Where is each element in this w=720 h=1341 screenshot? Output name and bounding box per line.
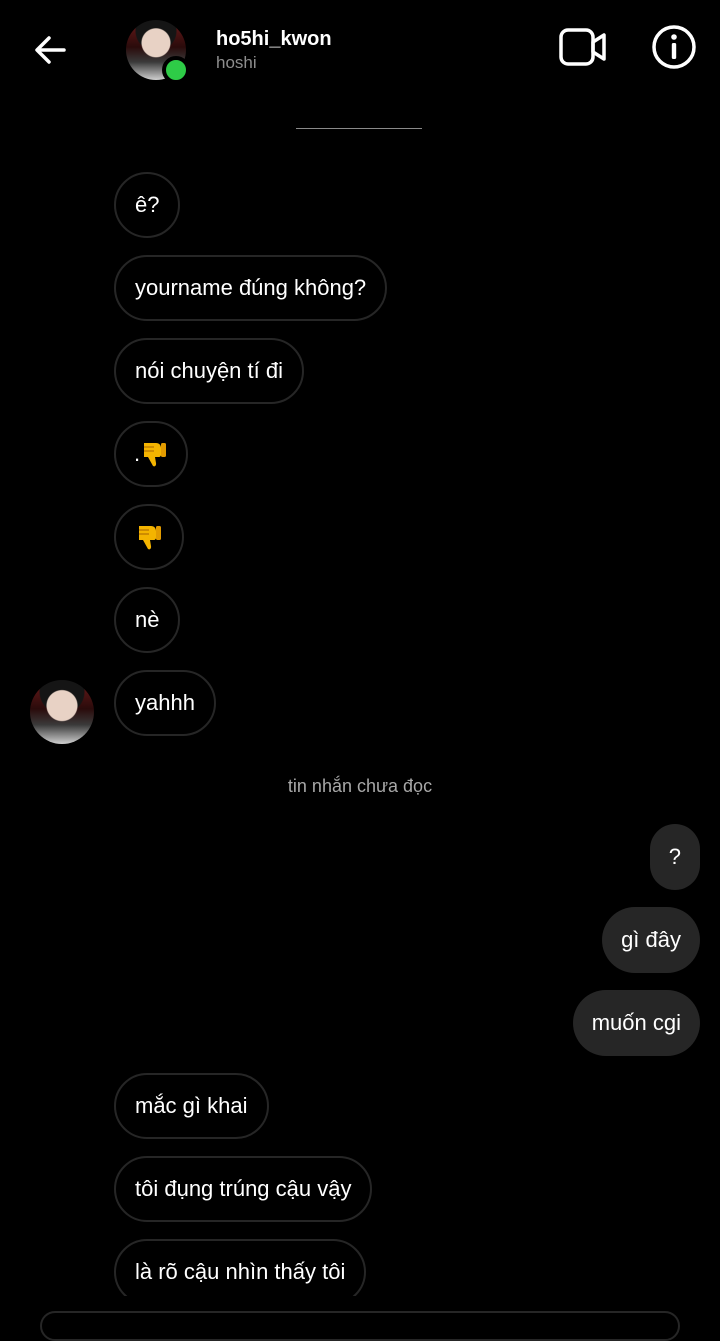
incoming-message[interactable]: yourname đúng không? [114,255,388,321]
info-button[interactable] [650,23,698,71]
message-text: yourname đúng không? [135,275,367,300]
online-status-dot [162,56,190,84]
incoming-message[interactable]: yahhh [114,670,216,736]
contact-username[interactable]: ho5hi_kwon [216,28,332,51]
contact-display-name: hoshi [216,53,257,72]
message-text: nói chuyện tí đi [135,358,283,383]
message-text: tôi đụng trúng cậu vậy [135,1176,352,1201]
message-text: yahhh [135,690,195,715]
info-circle-icon [652,25,696,69]
message-text: nè [135,607,160,632]
message-text: muốn cgi [591,1010,681,1035]
contact-avatar[interactable] [126,20,190,84]
message-text: mắc gì khai [135,1093,248,1118]
incoming-message[interactable]: . [114,421,189,487]
outgoing-message[interactable]: gì đây [602,907,700,973]
incoming-message[interactable] [114,504,184,570]
incoming-message[interactable]: nè [114,587,181,653]
chat-header: ho5hi_kwon hoshi [0,0,720,92]
incoming-message[interactable]: mắc gì khai [114,1073,269,1139]
outgoing-message[interactable]: muốn cgi [572,990,700,1056]
sender-avatar[interactable] [30,680,94,744]
message-text: gì đây [621,927,681,952]
back-button[interactable] [30,30,70,70]
message-text: ? [668,844,681,869]
incoming-message[interactable]: ê? [114,172,181,238]
message-text: là rõ cậu nhìn thấy tôi [135,1259,346,1284]
thumbs-down-icon [144,443,167,467]
message-divider [296,128,422,129]
outgoing-message[interactable]: ? [649,824,700,890]
arrow-left-icon [35,36,66,64]
message-text: ê? [135,192,160,217]
incoming-message[interactable]: tôi đụng trúng cậu vậy [114,1156,373,1222]
message-composer[interactable] [40,1311,680,1341]
unread-messages-label: tin nhắn chưa đọc [287,776,433,796]
thumbs-down-icon [139,526,161,550]
video-camera-icon [559,28,606,66]
video-call-button[interactable] [558,26,608,68]
incoming-message[interactable]: nói chuyện tí đi [114,338,304,404]
